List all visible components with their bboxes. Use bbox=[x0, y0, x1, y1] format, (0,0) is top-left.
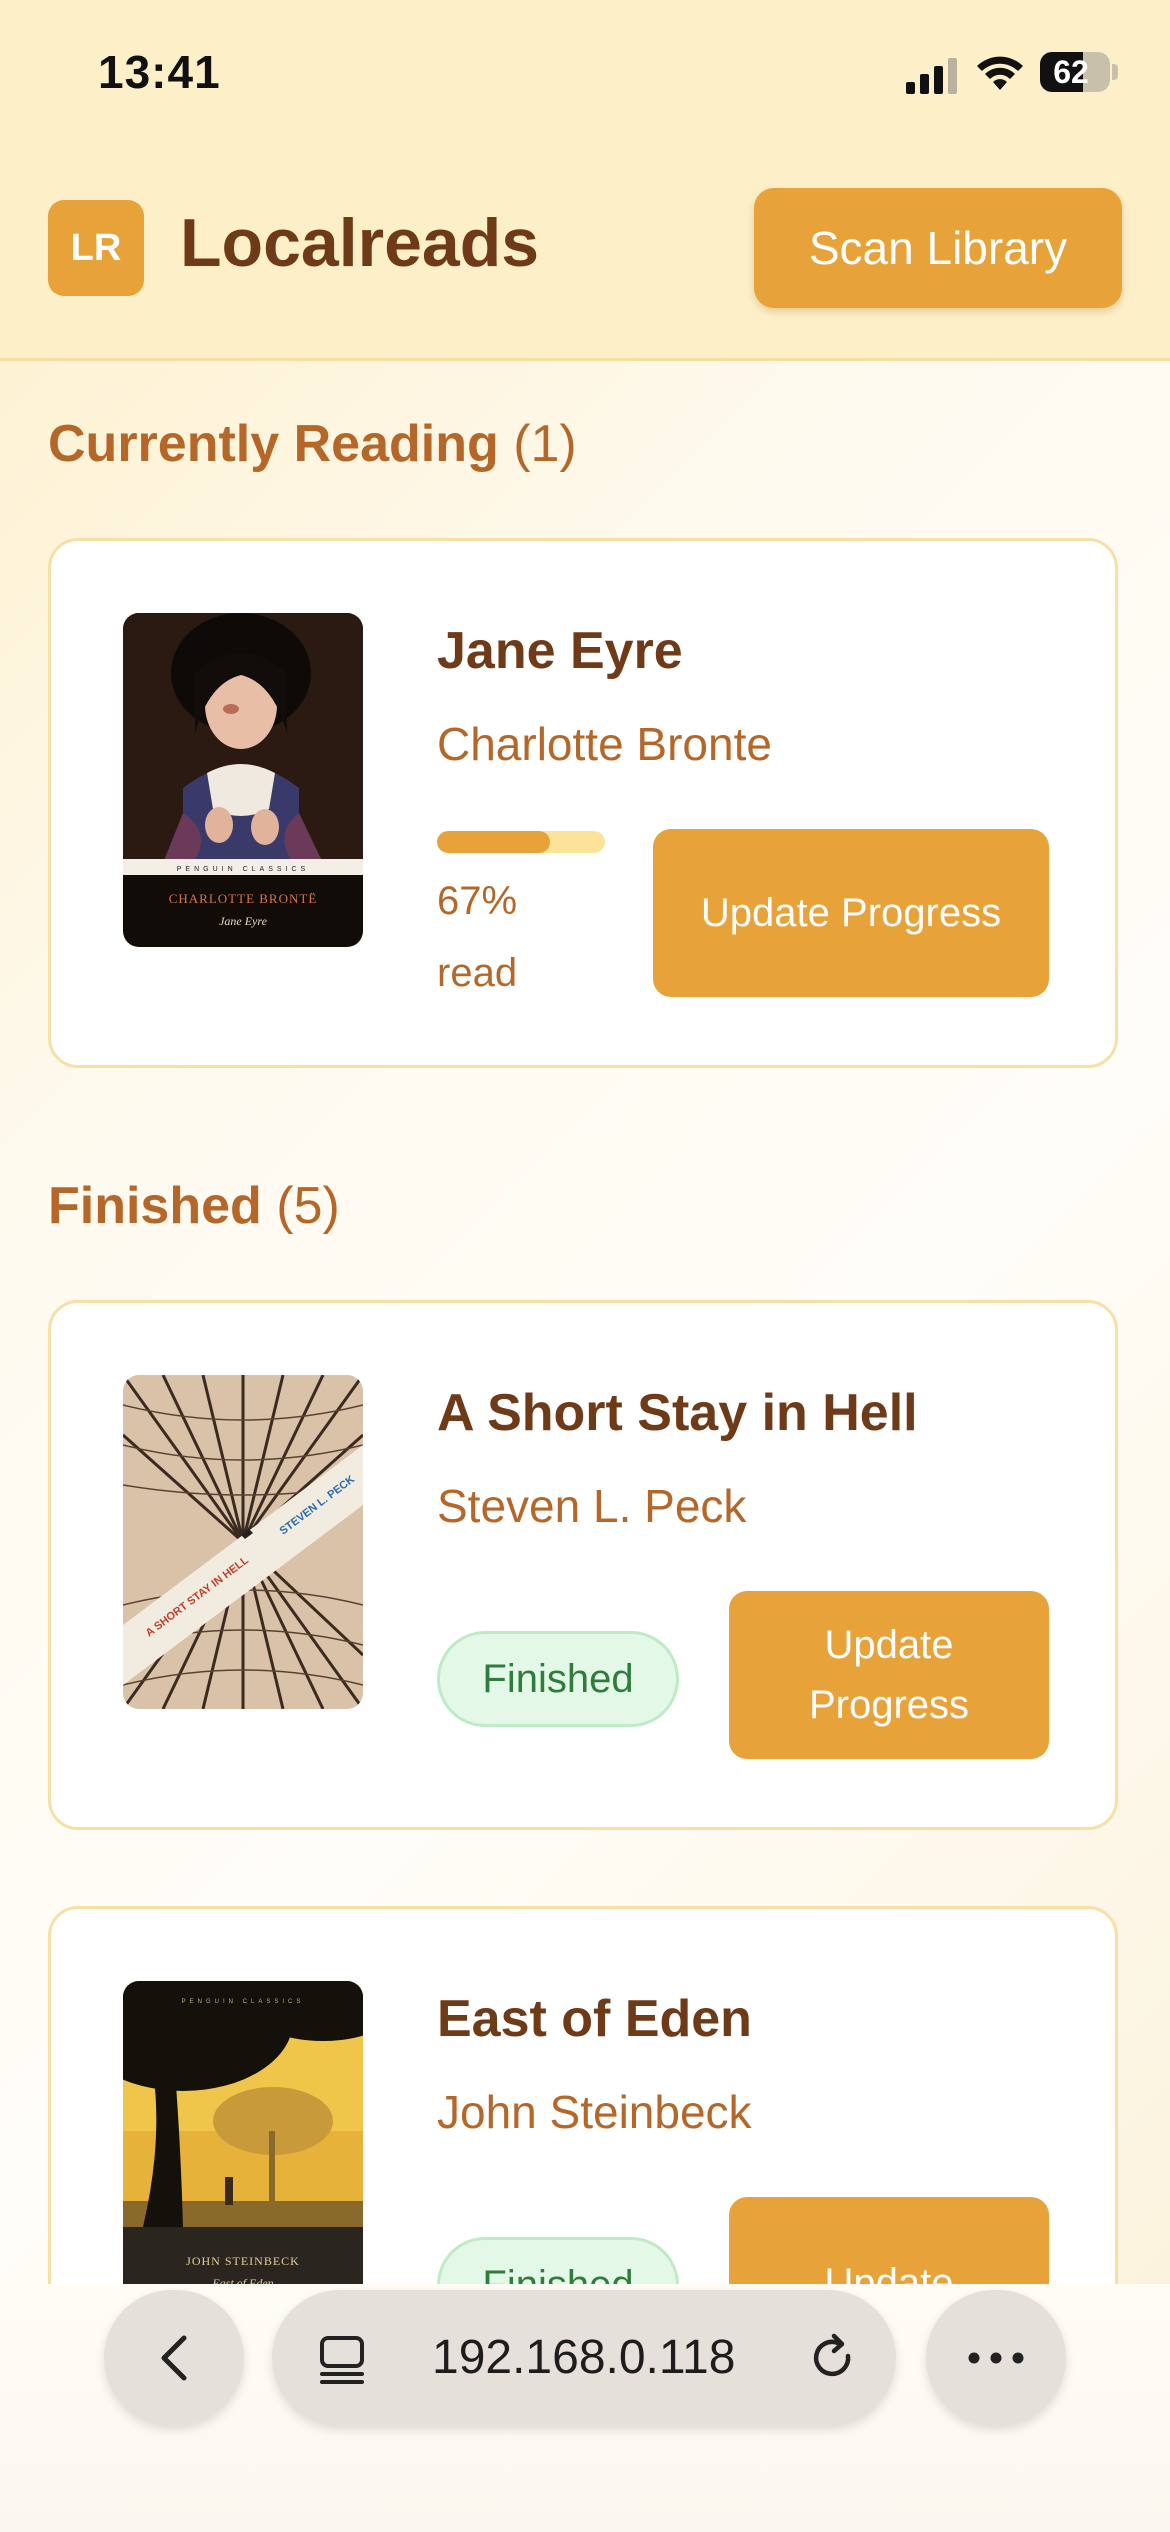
cover-publisher: PENGUIN CLASSICS bbox=[177, 866, 309, 873]
wifi-icon bbox=[977, 56, 1023, 90]
app-logo: LR bbox=[48, 200, 144, 296]
back-button[interactable] bbox=[104, 2290, 244, 2426]
update-progress-button[interactable]: Update Progress bbox=[653, 829, 1049, 997]
section-title: Currently Reading bbox=[48, 415, 499, 473]
battery-cap bbox=[1112, 64, 1118, 80]
cover-author: CHARLOTTE BRONTË bbox=[169, 891, 318, 906]
scan-library-button[interactable]: Scan Library bbox=[754, 188, 1122, 308]
section-count: (5) bbox=[276, 1177, 340, 1235]
progress-bar bbox=[437, 831, 605, 853]
book-author: Charlotte Bronte bbox=[437, 718, 772, 770]
cover-publisher: PENGUIN CLASSICS bbox=[182, 1999, 305, 2005]
currently-reading-heading: Currently Reading (1) bbox=[48, 414, 577, 474]
app-title: Localreads bbox=[180, 205, 540, 281]
cellular-signal-icon bbox=[906, 58, 960, 94]
chevron-left-icon bbox=[161, 2335, 187, 2381]
cover-title: Jane Eyre bbox=[219, 914, 268, 928]
section-title: Finished bbox=[48, 1177, 262, 1235]
progress-bar-fill bbox=[437, 831, 550, 853]
more-options-button[interactable] bbox=[926, 2290, 1066, 2426]
book-cover-jane-eyre[interactable]: PENGUIN CLASSICS CHARLOTTE BRONTË Jane E… bbox=[123, 613, 363, 947]
tab-overview-icon bbox=[320, 2336, 364, 2384]
book-author: Steven L. Peck bbox=[437, 1480, 747, 1532]
battery-icon: 62 bbox=[1040, 52, 1110, 92]
url-text[interactable]: 192.168.0.118 bbox=[432, 2290, 735, 2426]
finished-badge: Finished bbox=[437, 1631, 679, 1727]
progress-text: 67% read bbox=[437, 879, 518, 995]
status-time: 13:41 bbox=[98, 46, 221, 98]
book-title[interactable]: Jane Eyre bbox=[437, 621, 683, 681]
book-title[interactable]: A Short Stay in Hell bbox=[437, 1383, 918, 1443]
reload-icon[interactable] bbox=[806, 2332, 860, 2386]
update-progress-button[interactable]: Update Progress bbox=[729, 1591, 1049, 1759]
book-author: John Steinbeck bbox=[437, 2086, 752, 2138]
book-card-jane-eyre[interactable]: PENGUIN CLASSICS CHARLOTTE BRONTË Jane E… bbox=[48, 538, 1118, 1068]
ellipsis-icon bbox=[968, 2352, 1024, 2364]
cover-author: JOHN STEINBECK bbox=[186, 2254, 300, 2268]
status-bar: 13:41 62 bbox=[0, 0, 1170, 150]
book-title[interactable]: East of Eden bbox=[437, 1989, 752, 2049]
battery-percent: 62 bbox=[1053, 54, 1089, 90]
book-cover-east-of-eden[interactable]: PENGUIN CLASSICS JOHN STEINBECK East of … bbox=[123, 1981, 363, 2315]
book-cover-short-stay-in-hell[interactable]: A SHORT STAY IN HELL STEVEN L. PECK bbox=[123, 1375, 363, 1709]
app-header: 13:41 62 LR Localreads Scan Library bbox=[0, 0, 1170, 361]
address-bar[interactable]: 192.168.0.118 bbox=[272, 2290, 896, 2426]
section-count: (1) bbox=[513, 415, 577, 473]
finished-heading: Finished (5) bbox=[48, 1176, 340, 1236]
book-card-short-stay-in-hell[interactable]: A SHORT STAY IN HELL STEVEN L. PECK A Sh… bbox=[48, 1300, 1118, 1830]
